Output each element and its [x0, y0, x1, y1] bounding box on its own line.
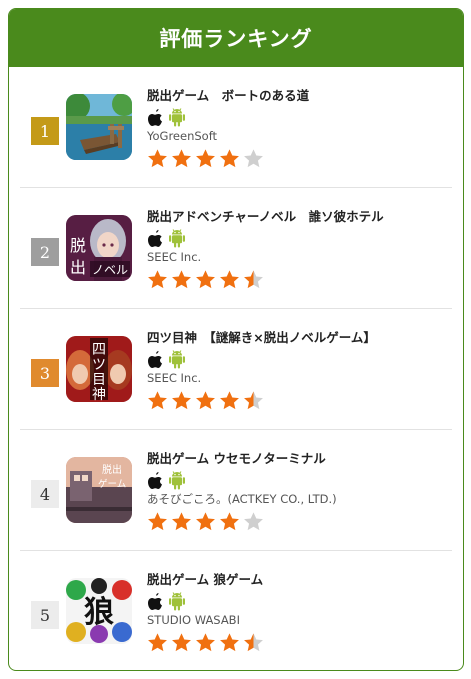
- thumb-text: 出: [70, 258, 86, 277]
- ranking-item[interactable]: 5 狼 脱出ゲーム 狼ゲーム STUDIO WASABI: [20, 551, 452, 670]
- platform-icons: [147, 470, 452, 490]
- star-rating: [147, 148, 452, 169]
- app-info: 脱出アドベンチャーノベル 誰ソ彼ホテル SEEC Inc.: [147, 208, 452, 290]
- apple-icon[interactable]: [147, 592, 163, 611]
- star-filled-icon: [220, 512, 239, 531]
- thumb-text: 脱出: [102, 463, 122, 476]
- panel-title: 評価ランキング: [9, 9, 463, 67]
- star-half-icon: [244, 391, 263, 410]
- thumb-text: 狼: [84, 595, 114, 630]
- android-icon[interactable]: [168, 228, 186, 248]
- star-half-icon: [244, 633, 263, 652]
- ranking-panel: 評価ランキング 1 脱出ゲーム ボートのある道 YoGreenSoft 2 脱 …: [8, 8, 464, 671]
- app-title[interactable]: 脱出ゲーム ウセモノターミナル: [147, 450, 452, 468]
- rank-badge: 4: [31, 480, 59, 508]
- android-icon[interactable]: [168, 349, 186, 369]
- platform-icons: [147, 349, 452, 369]
- apple-icon[interactable]: [147, 471, 163, 490]
- star-empty-icon: [244, 512, 263, 531]
- app-title[interactable]: 脱出ゲーム ボートのある道: [147, 87, 452, 105]
- star-filled-icon: [220, 633, 239, 652]
- apple-icon[interactable]: [147, 108, 163, 127]
- star-rating: [147, 390, 452, 411]
- star-rating: [147, 511, 452, 532]
- developer-name: あそびごころ。(ACTKEY CO., LTD.): [147, 492, 337, 506]
- thumb-text: 四: [92, 342, 106, 358]
- developer-name: SEEC Inc.: [147, 371, 202, 385]
- app-thumbnail[interactable]: 脱出 ゲーム: [66, 457, 132, 523]
- rank-badge: 1: [31, 117, 59, 145]
- app-info: 脱出ゲーム 狼ゲーム STUDIO WASABI: [147, 571, 452, 653]
- star-filled-icon: [220, 391, 239, 410]
- platform-icons: [147, 228, 452, 248]
- ranking-item[interactable]: 1 脱出ゲーム ボートのある道 YoGreenSoft: [20, 67, 452, 188]
- star-filled-icon: [196, 391, 215, 410]
- star-filled-icon: [196, 512, 215, 531]
- rank-badge: 5: [31, 601, 59, 629]
- platform-icons: [147, 107, 452, 127]
- app-info: 脱出ゲーム ウセモノターミナル あそびごころ。(ACTKEY CO., LTD.…: [147, 450, 452, 532]
- star-filled-icon: [148, 512, 167, 531]
- android-icon[interactable]: [168, 107, 186, 127]
- star-filled-icon: [148, 270, 167, 289]
- developer-name: YoGreenSoft: [147, 129, 218, 143]
- star-filled-icon: [196, 270, 215, 289]
- developer-name: STUDIO WASABI: [147, 613, 240, 627]
- star-half-icon: [244, 270, 263, 289]
- rank-badge: 3: [31, 359, 59, 387]
- app-thumbnail[interactable]: [66, 94, 132, 160]
- thumb-text: ノベル: [92, 263, 128, 277]
- thumb-text: 脱: [70, 236, 86, 255]
- thumb-text: 目: [92, 372, 106, 388]
- star-filled-icon: [196, 633, 215, 652]
- star-filled-icon: [148, 391, 167, 410]
- star-filled-icon: [148, 633, 167, 652]
- ranking-item[interactable]: 3 四 ツ 目 神 四ツ目神 【謎解き×脱出ノベルゲーム】 SEEC Inc.: [20, 309, 452, 430]
- star-filled-icon: [172, 633, 191, 652]
- star-filled-icon: [172, 512, 191, 531]
- app-thumbnail[interactable]: 脱 出 ノベル: [66, 215, 132, 281]
- platform-icons: [147, 591, 452, 611]
- ranking-list: 1 脱出ゲーム ボートのある道 YoGreenSoft 2 脱 出 ノベル 脱出…: [9, 67, 463, 670]
- android-icon[interactable]: [168, 470, 186, 490]
- star-filled-icon: [172, 149, 191, 168]
- star-rating: [147, 269, 452, 290]
- app-thumbnail[interactable]: 狼: [66, 578, 132, 644]
- app-title[interactable]: 脱出ゲーム 狼ゲーム: [147, 571, 452, 589]
- star-filled-icon: [172, 391, 191, 410]
- rank-badge: 2: [31, 238, 59, 266]
- ranking-item[interactable]: 2 脱 出 ノベル 脱出アドベンチャーノベル 誰ソ彼ホテル SEEC Inc.: [20, 188, 452, 309]
- star-empty-icon: [244, 149, 263, 168]
- android-icon[interactable]: [168, 591, 186, 611]
- app-title[interactable]: 脱出アドベンチャーノベル 誰ソ彼ホテル: [147, 208, 452, 226]
- ranking-item[interactable]: 4 脱出 ゲーム 脱出ゲーム ウセモノターミナル あそびごころ。(ACTKEY …: [20, 430, 452, 551]
- apple-icon[interactable]: [147, 229, 163, 248]
- thumb-text: 神: [92, 387, 106, 402]
- app-info: 脱出ゲーム ボートのある道 YoGreenSoft: [147, 87, 452, 169]
- thumb-text: ツ: [92, 357, 106, 373]
- app-thumbnail[interactable]: 四 ツ 目 神: [66, 336, 132, 402]
- apple-icon[interactable]: [147, 350, 163, 369]
- thumb-text: ゲーム: [98, 478, 126, 490]
- star-filled-icon: [220, 270, 239, 289]
- developer-name: SEEC Inc.: [147, 250, 202, 264]
- star-rating: [147, 632, 452, 653]
- star-filled-icon: [172, 270, 191, 289]
- star-filled-icon: [148, 149, 167, 168]
- star-filled-icon: [196, 149, 215, 168]
- star-filled-icon: [220, 149, 239, 168]
- app-title[interactable]: 四ツ目神 【謎解き×脱出ノベルゲーム】: [147, 329, 452, 347]
- app-info: 四ツ目神 【謎解き×脱出ノベルゲーム】 SEEC Inc.: [147, 329, 452, 411]
